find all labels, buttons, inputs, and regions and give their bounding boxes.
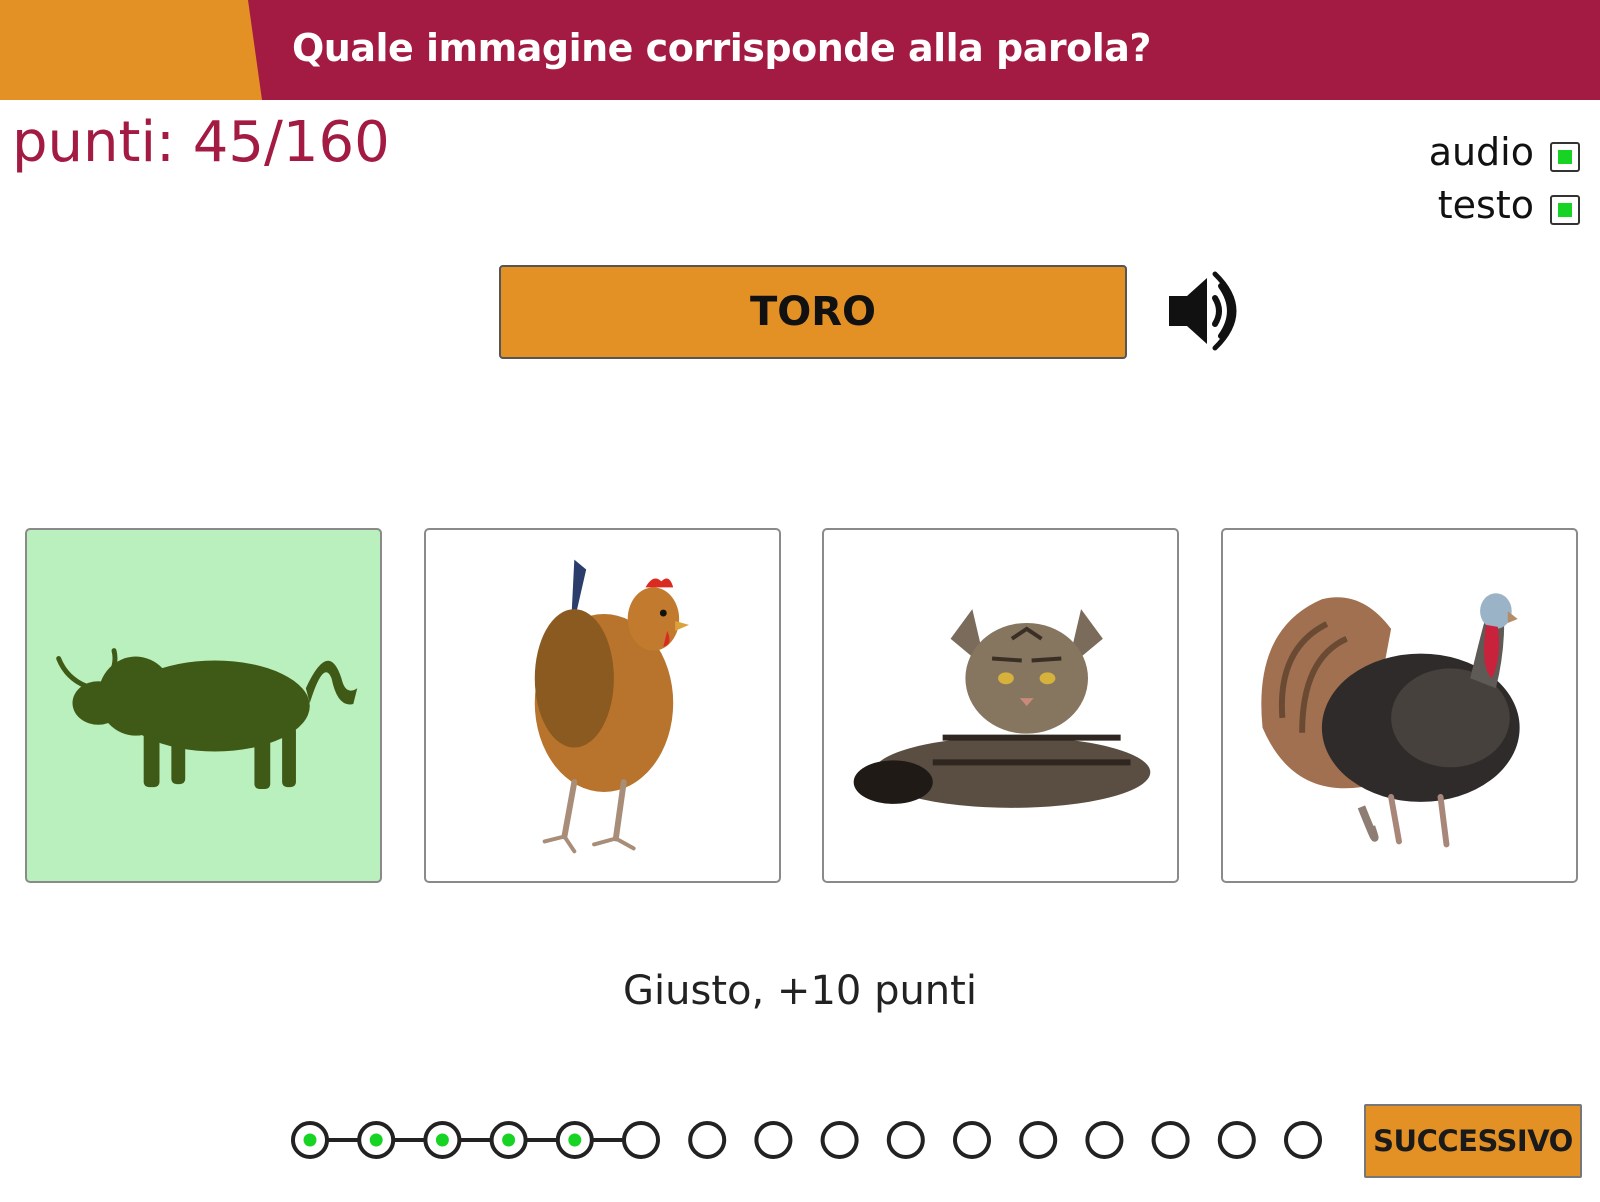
progress-dot [688,1121,727,1159]
header-tab-accent [0,0,262,100]
progress-dot [953,1121,991,1159]
progress-tracker [291,1121,1322,1159]
bull-image [56,648,358,790]
text-option[interactable]: testo [1437,183,1580,227]
text-option-label: testo [1437,183,1534,227]
progress-dot [820,1121,859,1159]
progress-dot-complete [303,1133,317,1147]
score-counter: punti: 45/160 [12,110,390,175]
text-checked-indicator [1558,203,1572,217]
progress-dot [1019,1121,1058,1159]
progress-dot-complete [369,1133,383,1147]
answer-card-cat[interactable] [822,528,1179,883]
answer-card-turkey[interactable] [1221,528,1578,883]
next-button[interactable]: SUCCESSIVO [1364,1104,1582,1178]
target-word: TORO [499,265,1127,359]
audio-option[interactable]: audio [1428,130,1580,174]
answer-card-hen[interactable] [424,528,781,883]
audio-checkbox[interactable] [1550,142,1580,172]
header-bar: Quale immagine corrisponde alla parola? [0,0,1600,100]
progress-dot-complete [568,1133,582,1147]
progress-dot [1217,1121,1256,1159]
hen-image [534,559,690,854]
text-checkbox[interactable] [1550,195,1580,225]
question-title: Quale immagine corrisponde alla parola? [292,26,1151,70]
turkey-image [1261,593,1520,848]
progress-dot [886,1121,925,1159]
progress-dot-complete [435,1133,449,1147]
cat-image [853,609,1151,808]
progress-dot [754,1121,793,1159]
progress-dot [1151,1121,1190,1159]
answer-card-bull[interactable] [25,528,382,883]
audio-option-label: audio [1428,130,1534,174]
feedback-message: Giusto, +10 punti [623,968,977,1014]
speaker-icon[interactable] [1163,268,1249,354]
progress-dot [622,1121,660,1159]
audio-checked-indicator [1558,150,1572,164]
progress-dot-complete [502,1133,516,1147]
progress-dot [1085,1121,1124,1159]
progress-dot [1284,1121,1322,1159]
